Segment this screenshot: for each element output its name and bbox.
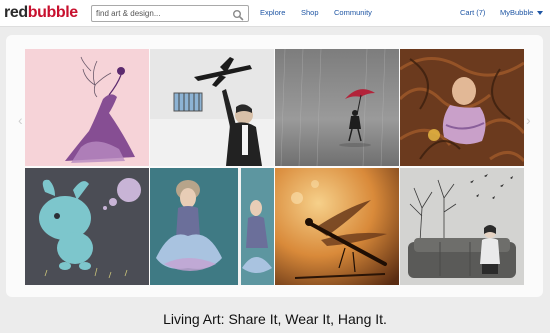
artwork-image bbox=[400, 49, 524, 166]
artwork-tile[interactable] bbox=[25, 49, 149, 166]
nav-mybubble-link[interactable]: MyBubble bbox=[500, 8, 533, 18]
redbubble-logo[interactable]: redbubble bbox=[4, 3, 78, 23]
search-input[interactable] bbox=[96, 7, 226, 20]
artwork-tile[interactable] bbox=[275, 49, 399, 166]
chevron-down-icon[interactable] bbox=[537, 11, 543, 15]
artwork-image bbox=[25, 49, 149, 166]
artwork-tile[interactable] bbox=[150, 168, 274, 285]
artwork-tile[interactable] bbox=[400, 168, 524, 285]
artwork-tile[interactable] bbox=[275, 168, 399, 285]
artwork-image bbox=[150, 168, 274, 285]
logo-text-bubble: bubble bbox=[27, 4, 78, 21]
gallery-next-arrow[interactable]: › bbox=[526, 113, 531, 127]
tagline: Living Art: Share It, Wear It, Hang It. bbox=[163, 311, 387, 327]
top-bar: redbubble Explore Shop Community Cart (7… bbox=[0, 0, 550, 27]
artwork-tile[interactable] bbox=[400, 49, 524, 166]
search-icon[interactable] bbox=[232, 8, 244, 21]
artwork-image bbox=[25, 168, 149, 285]
artwork-image bbox=[275, 168, 399, 285]
artwork-image bbox=[150, 49, 274, 166]
nav-explore-link[interactable]: Explore bbox=[260, 8, 285, 18]
artwork-image bbox=[400, 168, 524, 285]
artwork-tile[interactable] bbox=[25, 168, 149, 285]
nav-cart-link[interactable]: Cart (7) bbox=[460, 8, 485, 18]
artwork-tile[interactable] bbox=[150, 49, 274, 166]
gallery-prev-arrow[interactable]: ‹ bbox=[18, 113, 23, 127]
featured-gallery: ‹ › bbox=[6, 35, 543, 297]
nav-community-link[interactable]: Community bbox=[334, 8, 372, 18]
search-box bbox=[91, 5, 249, 22]
artwork-image bbox=[275, 49, 399, 166]
artwork-grid bbox=[25, 49, 525, 285]
logo-text-red: red bbox=[4, 4, 28, 21]
nav-shop-link[interactable]: Shop bbox=[301, 8, 319, 18]
